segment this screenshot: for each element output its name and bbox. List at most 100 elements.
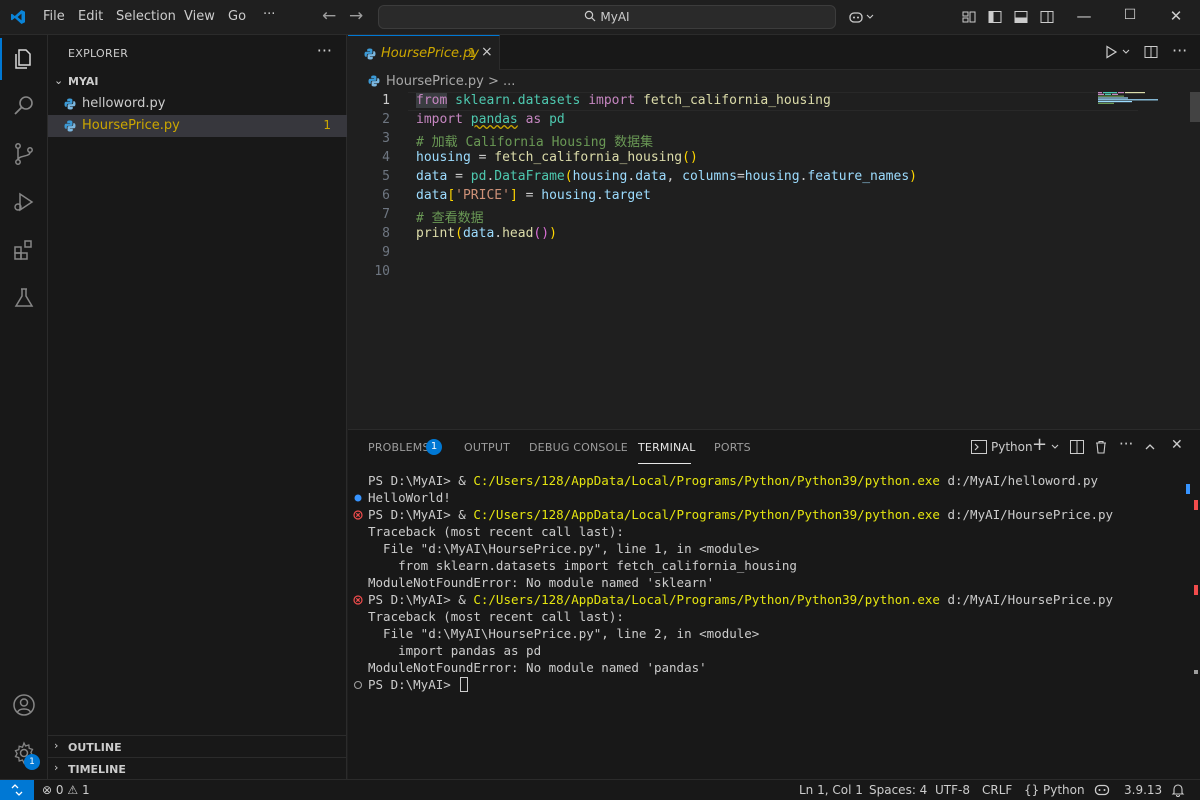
maximize-panel-icon[interactable] xyxy=(1144,441,1156,453)
scroll-mark xyxy=(1194,500,1198,510)
menu-edit[interactable]: Edit xyxy=(78,9,103,24)
chevron-right-icon: › xyxy=(54,761,59,774)
file-hourseprice[interactable]: HoursePrice.py 1 xyxy=(48,115,347,137)
tab-debug-console[interactable]: DEBUG CONSOLE xyxy=(529,441,628,454)
terminal-line: Traceback (most recent call last): xyxy=(368,609,624,624)
command-idle-icon[interactable] xyxy=(353,680,363,690)
close-window-icon[interactable]: ✕ xyxy=(1166,7,1186,25)
status-bar: ⊗ 0 ⚠ 1 Ln 1, Col 1 Spaces: 4 UTF-8 CRLF… xyxy=(0,779,1200,800)
vscode-logo-icon[interactable] xyxy=(10,9,26,25)
accounts-icon[interactable] xyxy=(12,693,36,717)
explorer-icon[interactable] xyxy=(12,47,36,71)
notifications-bell-icon[interactable] xyxy=(1171,783,1185,797)
language-braces-icon[interactable]: {} xyxy=(1024,783,1039,797)
error-count: 0 xyxy=(55,783,64,797)
toggle-secondary-sidebar-icon[interactable] xyxy=(1039,9,1055,25)
chevron-down-icon[interactable] xyxy=(866,9,874,25)
terminal-icon xyxy=(971,440,987,454)
language-mode[interactable]: Python xyxy=(1043,783,1085,797)
toggle-primary-sidebar-icon[interactable] xyxy=(987,9,1003,25)
line-number: 3 xyxy=(382,131,390,146)
file-helloword[interactable]: helloword.py xyxy=(48,93,347,115)
customize-layout-icon[interactable] xyxy=(961,9,977,25)
new-terminal-icon[interactable]: + xyxy=(1032,434,1047,455)
menu-view[interactable]: View xyxy=(184,9,215,24)
maximize-icon[interactable]: ☐ xyxy=(1120,7,1140,23)
testing-icon[interactable] xyxy=(12,286,36,310)
copilot-icon[interactable] xyxy=(848,9,864,25)
close-tab-icon[interactable]: × xyxy=(481,44,493,60)
problems-status[interactable]: ⊗ 0 ⚠ 1 xyxy=(42,783,90,797)
terminal-line: PS D:\MyAI> & C:/Users/128/AppData/Local… xyxy=(368,592,1114,607)
command-error-icon[interactable] xyxy=(353,595,363,605)
tab-ports[interactable]: PORTS xyxy=(714,441,751,454)
search-icon[interactable] xyxy=(12,94,36,118)
explorer-title: EXPLORER xyxy=(68,47,129,60)
warning-count: 1 xyxy=(81,783,90,797)
minimize-icon[interactable]: — xyxy=(1074,7,1094,25)
editor-area: HoursePrice.py 1 × ··· HoursePrice.py > … xyxy=(348,35,1200,429)
command-error-icon[interactable] xyxy=(353,510,363,520)
terminal-output[interactable]: PS D:\MyAI> & C:/Users/128/AppData/Local… xyxy=(348,470,1188,770)
line-number: 9 xyxy=(382,245,390,260)
split-terminal-icon[interactable] xyxy=(1070,440,1084,454)
command-center-search[interactable]: MyAI xyxy=(378,5,836,29)
indentation[interactable]: Spaces: 4 xyxy=(869,783,927,797)
source-control-icon[interactable] xyxy=(12,142,36,166)
terminal-shell-name[interactable]: Python xyxy=(991,440,1033,454)
python-version[interactable]: 3.9.13 xyxy=(1124,783,1162,797)
chevron-down-icon[interactable] xyxy=(1121,44,1131,60)
code-editor[interactable]: 1 2 3 4 5 6 7 8 9 10 from sklearn.datase… xyxy=(348,92,1200,429)
split-editor-icon[interactable] xyxy=(1143,44,1159,60)
minimap[interactable] xyxy=(1098,92,1188,104)
editor-scrollbar[interactable] xyxy=(1190,92,1200,122)
command-success-icon[interactable] xyxy=(353,493,363,503)
line-number: 7 xyxy=(382,207,390,222)
code-line-8: print(data.head()) xyxy=(416,226,557,241)
line-number: 8 xyxy=(382,226,390,241)
panel-more-icon[interactable]: ··· xyxy=(1119,435,1133,453)
terminal-line: from sklearn.datasets import fetch_calif… xyxy=(368,558,797,573)
menu-more[interactable]: ··· xyxy=(263,7,275,22)
breadcrumb-path[interactable]: HoursePrice.py > ... xyxy=(386,74,515,89)
forward-arrow-icon[interactable]: → xyxy=(349,6,363,26)
menu-go[interactable]: Go xyxy=(228,9,246,24)
menu-selection[interactable]: Selection xyxy=(116,9,176,24)
code-line-7: # 查看数据 xyxy=(416,211,484,226)
extensions-icon[interactable] xyxy=(12,238,36,262)
terminal-cursor xyxy=(460,677,469,692)
chevron-down-icon[interactable] xyxy=(1050,442,1060,452)
problems-badge: 1 xyxy=(426,439,442,455)
explorer-more-icon[interactable]: ··· xyxy=(317,41,332,60)
tab-problems[interactable]: PROBLEMS xyxy=(368,441,430,454)
menu-file[interactable]: File xyxy=(43,9,65,24)
folder-myai[interactable]: ⌄ MYAI xyxy=(48,71,347,93)
search-label: MyAI xyxy=(600,10,630,24)
back-arrow-icon[interactable]: ← xyxy=(322,6,336,26)
copilot-status-icon[interactable] xyxy=(1094,783,1110,797)
run-debug-icon[interactable] xyxy=(12,190,36,214)
active-tab-underline xyxy=(638,463,691,464)
timeline-section[interactable]: › TIMELINE xyxy=(48,757,347,779)
tab-output[interactable]: OUTPUT xyxy=(464,441,510,454)
search-icon xyxy=(585,10,596,22)
trash-icon[interactable] xyxy=(1094,440,1108,454)
terminal-line: HelloWorld! xyxy=(368,490,451,505)
line-number: 4 xyxy=(382,150,390,165)
toggle-panel-icon[interactable] xyxy=(1013,9,1029,25)
folder-name: MYAI xyxy=(68,75,99,88)
python-file-icon xyxy=(364,48,376,60)
line-ending[interactable]: CRLF xyxy=(982,783,1012,797)
breadcrumb: HoursePrice.py > ... xyxy=(348,70,1200,92)
close-panel-icon[interactable]: ✕ xyxy=(1171,437,1183,453)
line-number: 6 xyxy=(382,188,390,203)
tab-hourseprice[interactable]: HoursePrice.py 1 × xyxy=(348,35,500,70)
encoding[interactable]: UTF-8 xyxy=(935,783,970,797)
scroll-mark xyxy=(1194,670,1198,674)
remote-indicator[interactable] xyxy=(0,780,34,800)
cursor-position[interactable]: Ln 1, Col 1 xyxy=(799,783,863,797)
outline-section[interactable]: › OUTLINE xyxy=(48,735,347,757)
tab-terminal[interactable]: TERMINAL xyxy=(638,441,696,454)
run-python-icon[interactable] xyxy=(1103,44,1119,60)
editor-more-icon[interactable]: ··· xyxy=(1172,41,1187,60)
